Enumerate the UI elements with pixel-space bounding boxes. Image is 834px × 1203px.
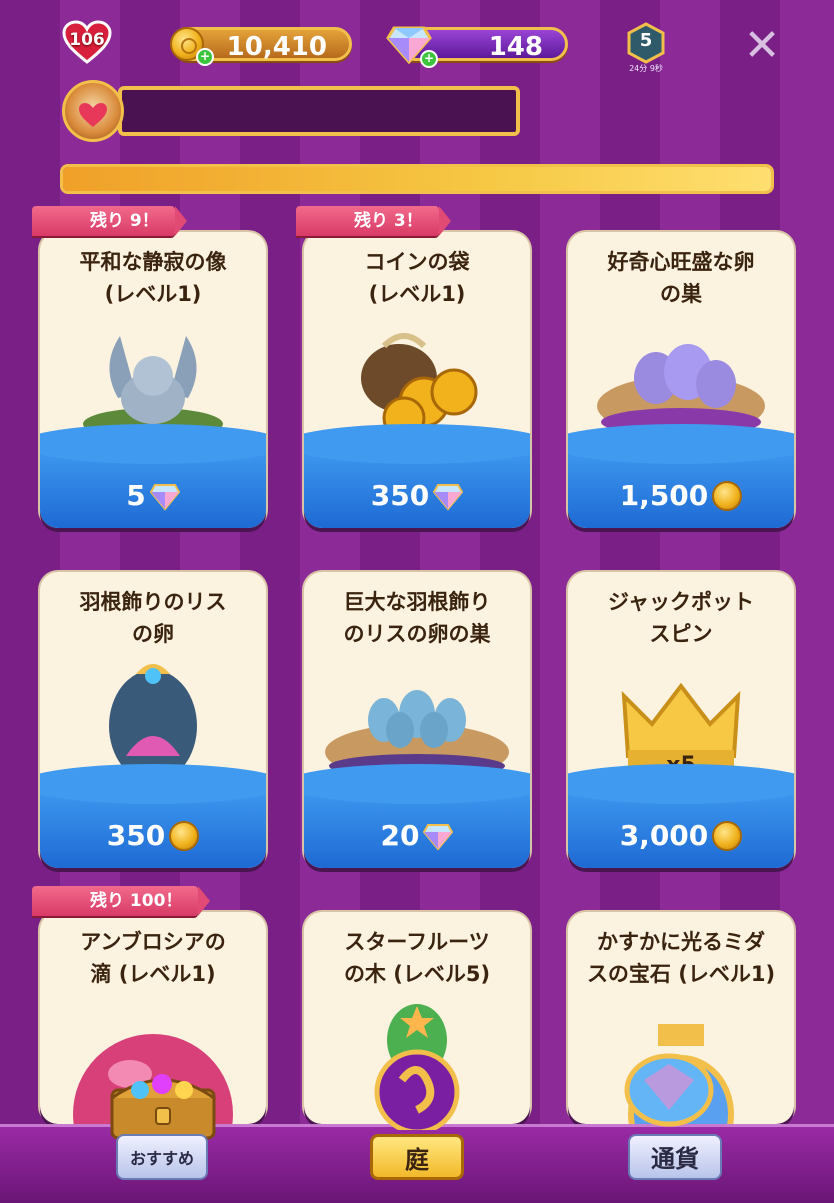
coin-icon bbox=[712, 821, 743, 851]
avatar[interactable] bbox=[62, 80, 124, 142]
coin-icon bbox=[169, 821, 200, 851]
price-button[interactable]: 5 bbox=[40, 478, 266, 514]
item-title: アンブロシアの 滴 (レベル1) bbox=[80, 930, 226, 986]
gem-count: 148 bbox=[488, 32, 543, 62]
stock-remaining-ribbon: 残り 100！ bbox=[32, 886, 211, 916]
price-value: 20 bbox=[380, 819, 420, 852]
shop-item-card[interactable]: 羽根飾りのリス の卵 350 bbox=[40, 572, 266, 868]
price-value: 1,500 bbox=[619, 479, 709, 512]
gem-stack-icon bbox=[624, 1053, 714, 1127]
coin-count: 10,410 bbox=[226, 32, 327, 62]
tab-currency[interactable]: 通貨 bbox=[628, 1134, 722, 1180]
price-value: 5 bbox=[126, 479, 146, 512]
price-value: 350 bbox=[106, 819, 166, 852]
item-title: 羽根飾りのリス の卵 bbox=[79, 590, 227, 646]
close-button[interactable]: ✕ bbox=[742, 24, 782, 68]
level-number: 5 bbox=[639, 30, 653, 51]
stock-remaining-ribbon: 残り 9！ bbox=[32, 206, 187, 236]
add-gems-icon[interactable]: + bbox=[420, 50, 438, 68]
event-name-bar bbox=[118, 86, 520, 136]
coin-icon bbox=[712, 481, 743, 511]
add-coins-icon[interactable]: + bbox=[196, 48, 214, 66]
event-progress-bar bbox=[60, 164, 774, 194]
price-value: 350 bbox=[370, 479, 430, 512]
heart-avatar-icon bbox=[79, 103, 107, 127]
item-title: ジャックポット スピン bbox=[608, 590, 754, 646]
item-title: 好奇心旺盛な卵 の巣 bbox=[607, 250, 755, 306]
item-title: コインの袋 (レベル1) bbox=[364, 250, 470, 306]
item-title: スターフルーツ の木 (レベル5) bbox=[343, 930, 491, 986]
shop-item-card[interactable]: コインの袋 (レベル1) 350 bbox=[304, 232, 530, 528]
price-button[interactable]: 3,000 bbox=[568, 818, 794, 854]
item-title: かすかに光るミダ スの宝石 (レベル1) bbox=[586, 930, 776, 986]
tab-garden[interactable]: 庭 bbox=[370, 1134, 464, 1180]
price-button[interactable]: 350 bbox=[304, 478, 530, 514]
gem-icon bbox=[433, 484, 464, 511]
stock-remaining-ribbon: 残り 3！ bbox=[296, 206, 451, 236]
shop-item-card[interactable]: 好奇心旺盛な卵 の巣 1,500 bbox=[568, 232, 794, 528]
price-value: 3,000 bbox=[619, 819, 709, 852]
price-button[interactable]: 1,500 bbox=[568, 478, 794, 514]
event-progress-fill bbox=[63, 167, 771, 191]
starfruit-tree-icon bbox=[374, 1004, 460, 1130]
shop-item-card[interactable]: 巨大な羽根飾り のリスの卵の巣 20 bbox=[304, 572, 530, 868]
item-title: 平和な静寂の像 (レベル1) bbox=[79, 250, 227, 306]
treasure-chest-icon bbox=[110, 1074, 216, 1140]
gem-icon bbox=[423, 824, 454, 851]
gem-icon bbox=[149, 484, 180, 511]
item-title: 巨大な羽根飾り のリスの卵の巣 bbox=[343, 590, 491, 646]
shop-item-card[interactable]: ジャックポット スピンx53,000 bbox=[568, 572, 794, 868]
price-button[interactable]: 350 bbox=[40, 818, 266, 854]
price-button[interactable]: 20 bbox=[304, 818, 530, 854]
level-timer: 24分 9秒 bbox=[629, 64, 663, 73]
hearts-count: 106 bbox=[69, 30, 105, 50]
shop-item-card[interactable]: 平和な静寂の像 (レベル1) 5 bbox=[40, 232, 266, 528]
tab-recommended[interactable]: おすすめ bbox=[116, 1134, 208, 1180]
